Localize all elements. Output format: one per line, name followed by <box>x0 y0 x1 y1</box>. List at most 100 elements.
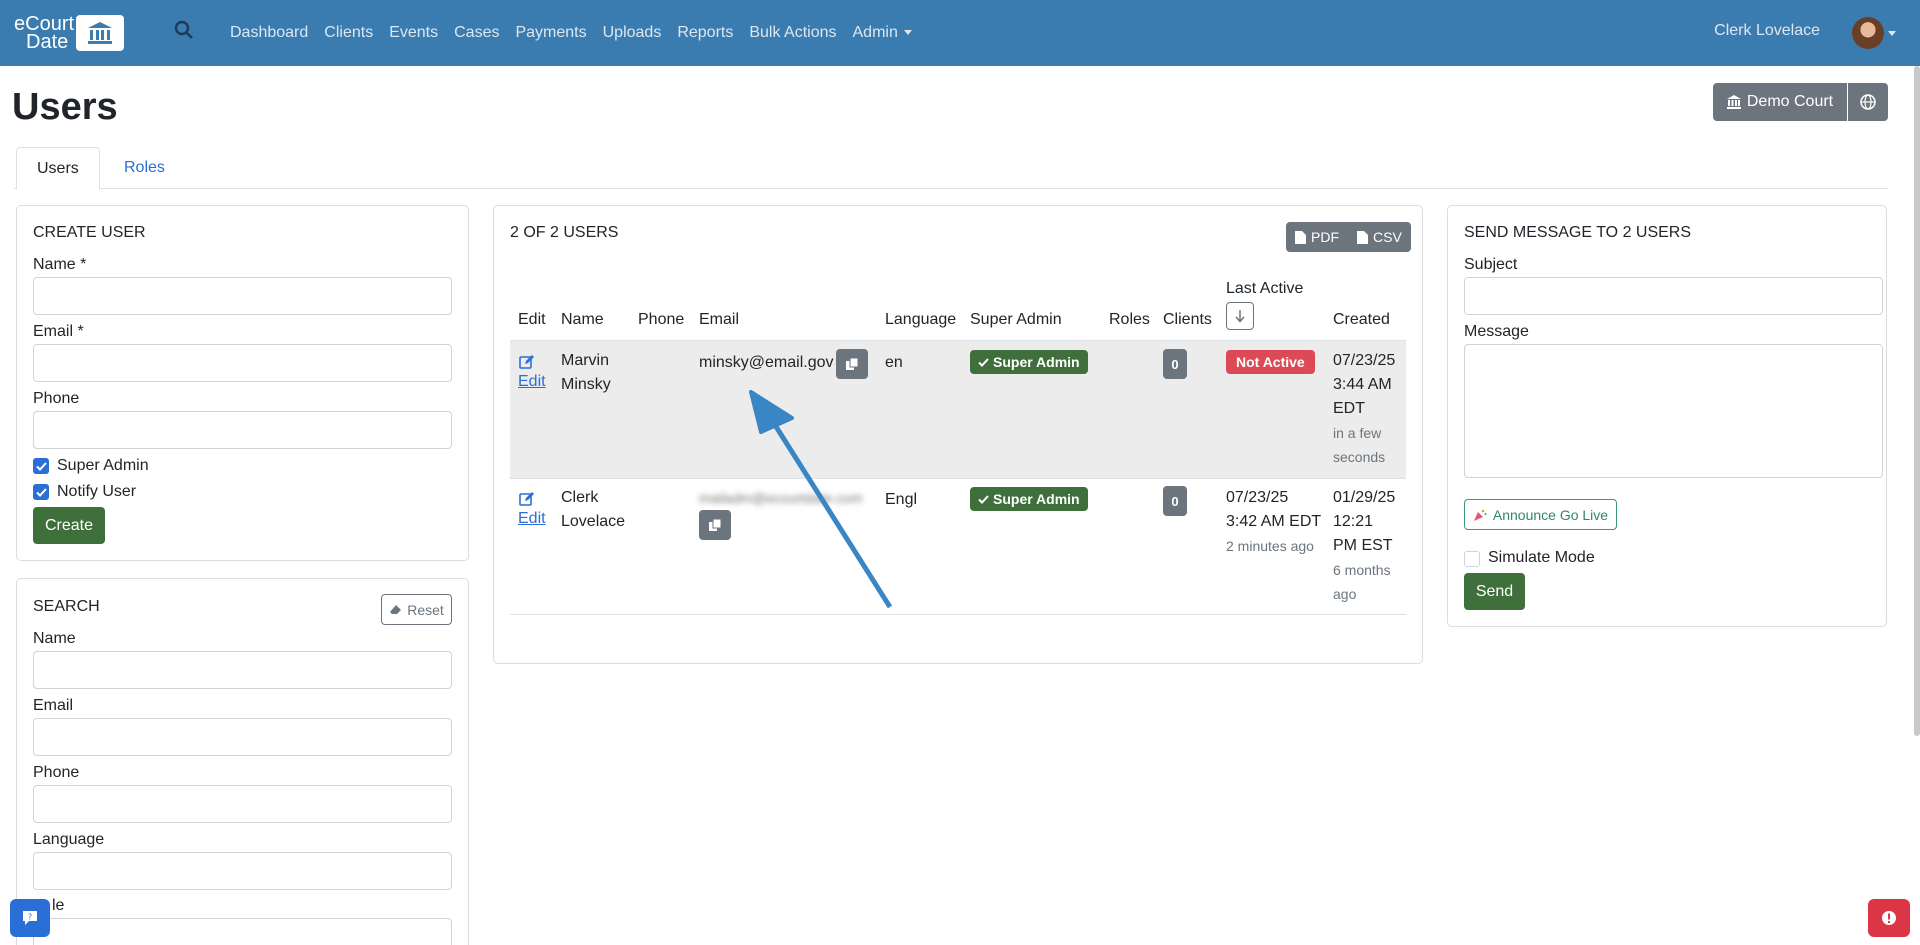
tab-users[interactable]: Users <box>16 147 100 190</box>
row-created-relative-2: ago <box>1333 586 1357 602</box>
column-header-super-admin[interactable]: Super Admin <box>970 311 1062 329</box>
svg-text:?: ? <box>28 913 32 922</box>
column-header-roles[interactable]: Roles <box>1109 311 1150 329</box>
avatar[interactable] <box>1852 17 1884 49</box>
send-button[interactable]: Send <box>1464 573 1525 610</box>
file-csv-icon <box>1357 230 1368 244</box>
super-admin-badge: Super Admin <box>970 350 1088 374</box>
column-header-phone[interactable]: Phone <box>638 311 684 329</box>
check-icon <box>978 357 989 367</box>
column-header-clients[interactable]: Clients <box>1163 311 1212 329</box>
error-alert-button[interactable] <box>1868 899 1910 937</box>
row-created-relative-1: in a few <box>1333 425 1382 441</box>
search-role-label-partial: le <box>52 897 65 914</box>
edit-icon[interactable] <box>519 491 535 507</box>
email-label: Email * <box>33 323 84 340</box>
check-icon <box>35 487 47 497</box>
column-header-language[interactable]: Language <box>885 311 956 329</box>
notify-user-checkbox[interactable] <box>33 484 49 500</box>
help-chat-button[interactable]: ? <box>10 899 50 937</box>
row-created-relative-1: 6 months <box>1333 562 1391 578</box>
create-phone-input[interactable] <box>33 411 452 449</box>
copy-icon <box>709 518 722 531</box>
row-name-last: Minsky <box>561 376 611 393</box>
send-message-title: SEND MESSAGE TO 2 USERS <box>1464 224 1692 241</box>
search-name-input[interactable] <box>33 651 452 689</box>
nav-events[interactable]: Events <box>389 24 438 42</box>
subject-input[interactable] <box>1464 277 1883 315</box>
search-phone-input[interactable] <box>33 785 452 823</box>
nav-cases[interactable]: Cases <box>454 24 499 42</box>
page-title: Users <box>12 86 118 128</box>
row-divider <box>510 478 1406 479</box>
row-last-active: 07/23/25 3:42 AM EDT 2 minutes ago <box>1226 486 1321 558</box>
copy-email-button[interactable] <box>699 510 731 540</box>
page-scrollbar[interactable] <box>1914 66 1920 736</box>
column-header-last-active[interactable]: Last Active <box>1226 280 1303 298</box>
search-role-input[interactable] <box>33 918 452 945</box>
copy-email-button[interactable] <box>836 349 868 379</box>
status-badge: Not Active <box>1226 350 1315 374</box>
row-edit-link[interactable]: Edit <box>518 373 546 391</box>
nav-uploads[interactable]: Uploads <box>603 24 662 42</box>
column-header-email[interactable]: Email <box>699 311 739 329</box>
nav-admin-dropdown[interactable]: Admin <box>853 24 912 42</box>
announce-label: Announce Go Live <box>1492 506 1609 523</box>
pdf-label: PDF <box>1311 229 1339 245</box>
courthouse-logo-icon <box>76 15 124 51</box>
eraser-icon <box>390 605 402 614</box>
phone-label: Phone <box>33 390 80 407</box>
users-count-title: 2 OF 2 USERS <box>510 224 619 241</box>
search-language-input[interactable] <box>33 852 452 890</box>
csv-label: CSV <box>1373 229 1402 245</box>
column-header-name[interactable]: Name <box>561 311 604 329</box>
row-name-last: Lovelace <box>561 513 626 530</box>
nav-reports[interactable]: Reports <box>677 24 733 42</box>
search-email-input[interactable] <box>33 718 452 756</box>
courthouse-icon <box>1726 95 1741 109</box>
main-nav: Dashboard Clients Events Cases Payments … <box>230 0 928 66</box>
logo-line-2: Date <box>26 31 69 53</box>
search-icon[interactable] <box>174 20 196 42</box>
reset-button[interactable]: Reset <box>381 594 452 625</box>
announce-go-live-button[interactable]: Announce Go Live <box>1464 499 1617 530</box>
search-phone-label: Phone <box>33 764 80 781</box>
row-name[interactable]: Marvin Minsky <box>561 349 611 397</box>
create-button[interactable]: Create <box>33 507 105 544</box>
simulate-mode-checkbox[interactable] <box>1464 551 1480 567</box>
chevron-down-icon[interactable] <box>1888 31 1896 36</box>
app-logo[interactable]: eCourt Date <box>14 14 128 52</box>
row-created-tz: EDT <box>1333 400 1365 417</box>
row-name[interactable]: Clerk Lovelace <box>561 486 625 534</box>
edit-icon[interactable] <box>519 354 535 370</box>
create-name-input[interactable] <box>33 277 452 315</box>
row-last-active-time: 3:42 AM EDT <box>1226 513 1322 530</box>
row-created: 01/29/25 12:21 PM EST 6 months ago <box>1333 486 1395 606</box>
row-edit-link[interactable]: Edit <box>518 510 546 528</box>
nav-clients[interactable]: Clients <box>324 24 373 42</box>
check-icon <box>978 494 989 504</box>
csv-export-button[interactable]: CSV <box>1348 222 1411 252</box>
tab-roles[interactable]: Roles <box>104 147 185 189</box>
clients-count-badge[interactable]: 0 <box>1163 486 1187 516</box>
court-selector-button[interactable]: Demo Court <box>1713 83 1847 121</box>
copy-icon <box>846 357 859 370</box>
nav-dashboard[interactable]: Dashboard <box>230 24 308 42</box>
super-admin-label: Super Admin <box>57 457 149 474</box>
create-email-input[interactable] <box>33 344 452 382</box>
language-globe-button[interactable] <box>1848 83 1888 121</box>
alert-circle-icon <box>1882 911 1896 925</box>
message-textarea[interactable] <box>1464 344 1883 478</box>
nav-payments[interactable]: Payments <box>515 24 586 42</box>
row-name-first: Clerk <box>561 489 599 506</box>
user-menu-name[interactable]: Clerk Lovelace <box>1714 22 1820 40</box>
nav-bulk-actions[interactable]: Bulk Actions <box>749 24 836 42</box>
pdf-export-button[interactable]: PDF <box>1286 222 1348 252</box>
column-header-created[interactable]: Created <box>1333 311 1390 329</box>
super-admin-checkbox[interactable] <box>33 458 49 474</box>
clients-count-badge[interactable]: 0 <box>1163 349 1187 379</box>
sort-desc-button[interactable] <box>1226 302 1254 330</box>
row-last-active-date: 07/23/25 <box>1226 489 1289 506</box>
export-buttons: PDF CSV <box>1286 222 1411 252</box>
row-created-date: 07/23/25 <box>1333 352 1396 369</box>
